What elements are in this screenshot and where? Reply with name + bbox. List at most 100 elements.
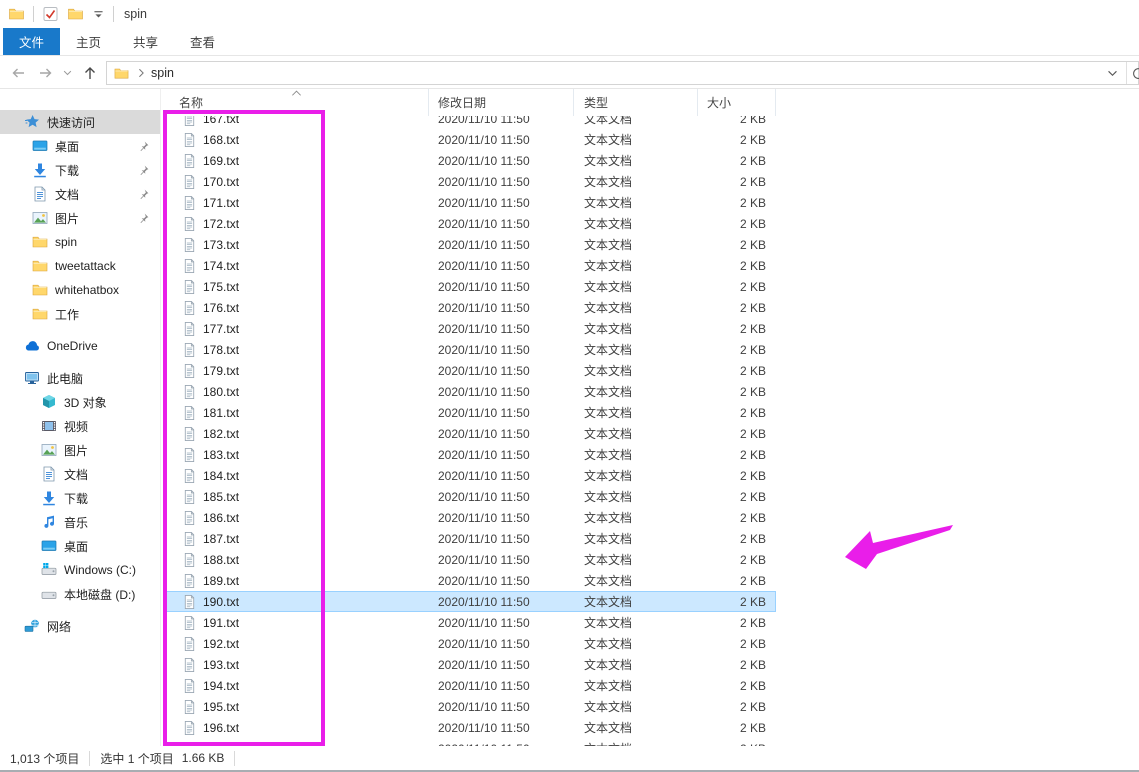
file-row[interactable]: 167.txt 2020/11/10 11:50 文本文档 2 KB — [165, 116, 776, 129]
address-bar[interactable]: spin — [106, 61, 1139, 85]
sidebar-item[interactable]: OneDrive — [0, 334, 160, 358]
column-header-date[interactable]: 修改日期 — [429, 89, 574, 116]
file-row[interactable]: 169.txt 2020/11/10 11:50 文本文档 2 KB — [165, 150, 776, 171]
column-header-size[interactable]: 大小 — [698, 89, 776, 116]
file-type: 文本文档 — [574, 215, 698, 232]
sidebar-item[interactable]: Windows (C:) — [0, 558, 160, 582]
sidebar-item[interactable]: whitehatbox — [0, 278, 160, 302]
sidebar-item[interactable]: 下载 — [0, 486, 160, 510]
sidebar-item-label: 图片 — [64, 442, 88, 459]
file-date: 2020/11/10 11:50 — [429, 154, 574, 168]
up-button[interactable] — [80, 63, 100, 83]
ribbon-tab[interactable]: 主页 — [60, 28, 117, 55]
sidebar-item[interactable]: 此电脑 — [0, 366, 160, 390]
file-name: 171.txt — [203, 196, 239, 210]
sidebar-item[interactable]: 图片 — [0, 206, 160, 230]
sidebar-item[interactable]: 本地磁盘 (D:) — [0, 582, 160, 606]
file-row[interactable]: 179.txt 2020/11/10 11:50 文本文档 2 KB — [165, 360, 776, 381]
properties-check-icon[interactable] — [42, 6, 59, 22]
ribbon-tab[interactable]: 文件 — [3, 28, 60, 55]
file-row[interactable]: 196.txt 2020/11/10 11:50 文本文档 2 KB — [165, 717, 776, 738]
text-file-icon — [182, 195, 197, 211]
file-name-cell: 172.txt — [165, 216, 429, 232]
file-size: 2 KB — [698, 700, 776, 714]
text-file-icon — [182, 657, 197, 673]
file-row[interactable]: 182.txt 2020/11/10 11:50 文本文档 2 KB — [165, 423, 776, 444]
sidebar-item[interactable]: tweetattack — [0, 254, 160, 278]
file-rows: 167.txt 2020/11/10 11:50 文本文档 2 KB 168.t… — [161, 116, 1139, 746]
file-name: 189.txt — [203, 574, 239, 588]
sidebar-item[interactable]: 图片 — [0, 438, 160, 462]
forward-button[interactable] — [36, 63, 56, 83]
file-row[interactable]: 183.txt 2020/11/10 11:50 文本文档 2 KB — [165, 444, 776, 465]
file-row[interactable]: 197.txt 2020/11/10 11:50 文本文档 2 KB — [165, 738, 776, 746]
file-row[interactable]: 185.txt 2020/11/10 11:50 文本文档 2 KB — [165, 486, 776, 507]
refresh-icon[interactable] — [1131, 66, 1139, 81]
file-row[interactable]: 168.txt 2020/11/10 11:50 文本文档 2 KB — [165, 129, 776, 150]
file-row[interactable]: 191.txt 2020/11/10 11:50 文本文档 2 KB — [165, 612, 776, 633]
file-row[interactable]: 171.txt 2020/11/10 11:50 文本文档 2 KB — [165, 192, 776, 213]
sidebar-item[interactable]: 3D 对象 — [0, 390, 160, 414]
sidebar-item[interactable]: 音乐 — [0, 510, 160, 534]
sidebar-item[interactable]: 桌面 — [0, 534, 160, 558]
sidebar-item-label: 下载 — [64, 490, 88, 507]
text-file-icon — [182, 552, 197, 568]
file-row[interactable]: 186.txt 2020/11/10 11:50 文本文档 2 KB — [165, 507, 776, 528]
sidebar-item[interactable]: 文档 — [0, 462, 160, 486]
file-row[interactable]: 175.txt 2020/11/10 11:50 文本文档 2 KB — [165, 276, 776, 297]
file-size: 2 KB — [698, 280, 776, 294]
ribbon-tabs: 文件 主页 共享 查看 — [0, 28, 1139, 56]
recent-locations-button[interactable] — [60, 63, 74, 83]
file-row[interactable]: 172.txt 2020/11/10 11:50 文本文档 2 KB — [165, 213, 776, 234]
file-type: 文本文档 — [574, 467, 698, 484]
file-row[interactable]: 173.txt 2020/11/10 11:50 文本文档 2 KB — [165, 234, 776, 255]
file-row[interactable]: 180.txt 2020/11/10 11:50 文本文档 2 KB — [165, 381, 776, 402]
file-row[interactable]: 192.txt 2020/11/10 11:50 文本文档 2 KB — [165, 633, 776, 654]
sidebar-item[interactable]: spin — [0, 230, 160, 254]
file-row[interactable]: 193.txt 2020/11/10 11:50 文本文档 2 KB — [165, 654, 776, 675]
customize-quick-access-dropdown-icon[interactable] — [92, 6, 105, 22]
sidebar-item[interactable]: 网络 — [0, 614, 160, 638]
address-dropdown-icon[interactable] — [1107, 70, 1118, 77]
ribbon-tab[interactable]: 查看 — [174, 28, 231, 55]
file-row[interactable]: 174.txt 2020/11/10 11:50 文本文档 2 KB — [165, 255, 776, 276]
text-file-icon — [182, 116, 197, 127]
file-row[interactable]: 181.txt 2020/11/10 11:50 文本文档 2 KB — [165, 402, 776, 423]
file-row[interactable]: 178.txt 2020/11/10 11:50 文本文档 2 KB — [165, 339, 776, 360]
file-row[interactable]: 190.txt 2020/11/10 11:50 文本文档 2 KB — [165, 591, 776, 612]
file-type: 文本文档 — [574, 509, 698, 526]
file-row[interactable]: 187.txt 2020/11/10 11:50 文本文档 2 KB — [165, 528, 776, 549]
file-row[interactable]: 176.txt 2020/11/10 11:50 文本文档 2 KB — [165, 297, 776, 318]
file-row[interactable]: 194.txt 2020/11/10 11:50 文本文档 2 KB — [165, 675, 776, 696]
sidebar-item[interactable]: 工作 — [0, 302, 160, 326]
column-header-type[interactable]: 类型 — [574, 89, 698, 116]
file-row[interactable]: 188.txt 2020/11/10 11:50 文本文档 2 KB — [165, 549, 776, 570]
sidebar-item[interactable]: 下载 — [0, 158, 160, 182]
new-folder-icon[interactable] — [67, 6, 84, 22]
ribbon-tab[interactable]: 共享 — [117, 28, 174, 55]
file-name: 184.txt — [203, 469, 239, 483]
sidebar-item[interactable]: 视频 — [0, 414, 160, 438]
back-button[interactable] — [8, 63, 28, 83]
breadcrumb-location[interactable]: spin — [151, 66, 174, 80]
selection-count: 选中 1 个项目 — [100, 750, 173, 767]
pin-icon — [137, 164, 150, 177]
file-row[interactable]: 195.txt 2020/11/10 11:50 文本文档 2 KB — [165, 696, 776, 717]
breadcrumb-chevron-icon[interactable] — [138, 68, 145, 78]
file-row[interactable]: 189.txt 2020/11/10 11:50 文本文档 2 KB — [165, 570, 776, 591]
file-size: 2 KB — [698, 553, 776, 567]
text-file-icon — [182, 279, 197, 295]
file-name-cell: 193.txt — [165, 657, 429, 673]
sidebar-item[interactable]: 桌面 — [0, 134, 160, 158]
file-name-cell: 174.txt — [165, 258, 429, 274]
column-header-name[interactable]: 名称 — [161, 89, 429, 116]
sidebar-item[interactable]: 快速访问 — [0, 110, 160, 134]
file-row[interactable]: 170.txt 2020/11/10 11:50 文本文档 2 KB — [165, 171, 776, 192]
file-type: 文本文档 — [574, 299, 698, 316]
sidebar-item-icon — [41, 538, 57, 554]
file-name-cell: 173.txt — [165, 237, 429, 253]
file-row[interactable]: 184.txt 2020/11/10 11:50 文本文档 2 KB — [165, 465, 776, 486]
sidebar-item[interactable]: 文档 — [0, 182, 160, 206]
file-row[interactable]: 177.txt 2020/11/10 11:50 文本文档 2 KB — [165, 318, 776, 339]
sidebar-item-icon — [24, 370, 40, 386]
